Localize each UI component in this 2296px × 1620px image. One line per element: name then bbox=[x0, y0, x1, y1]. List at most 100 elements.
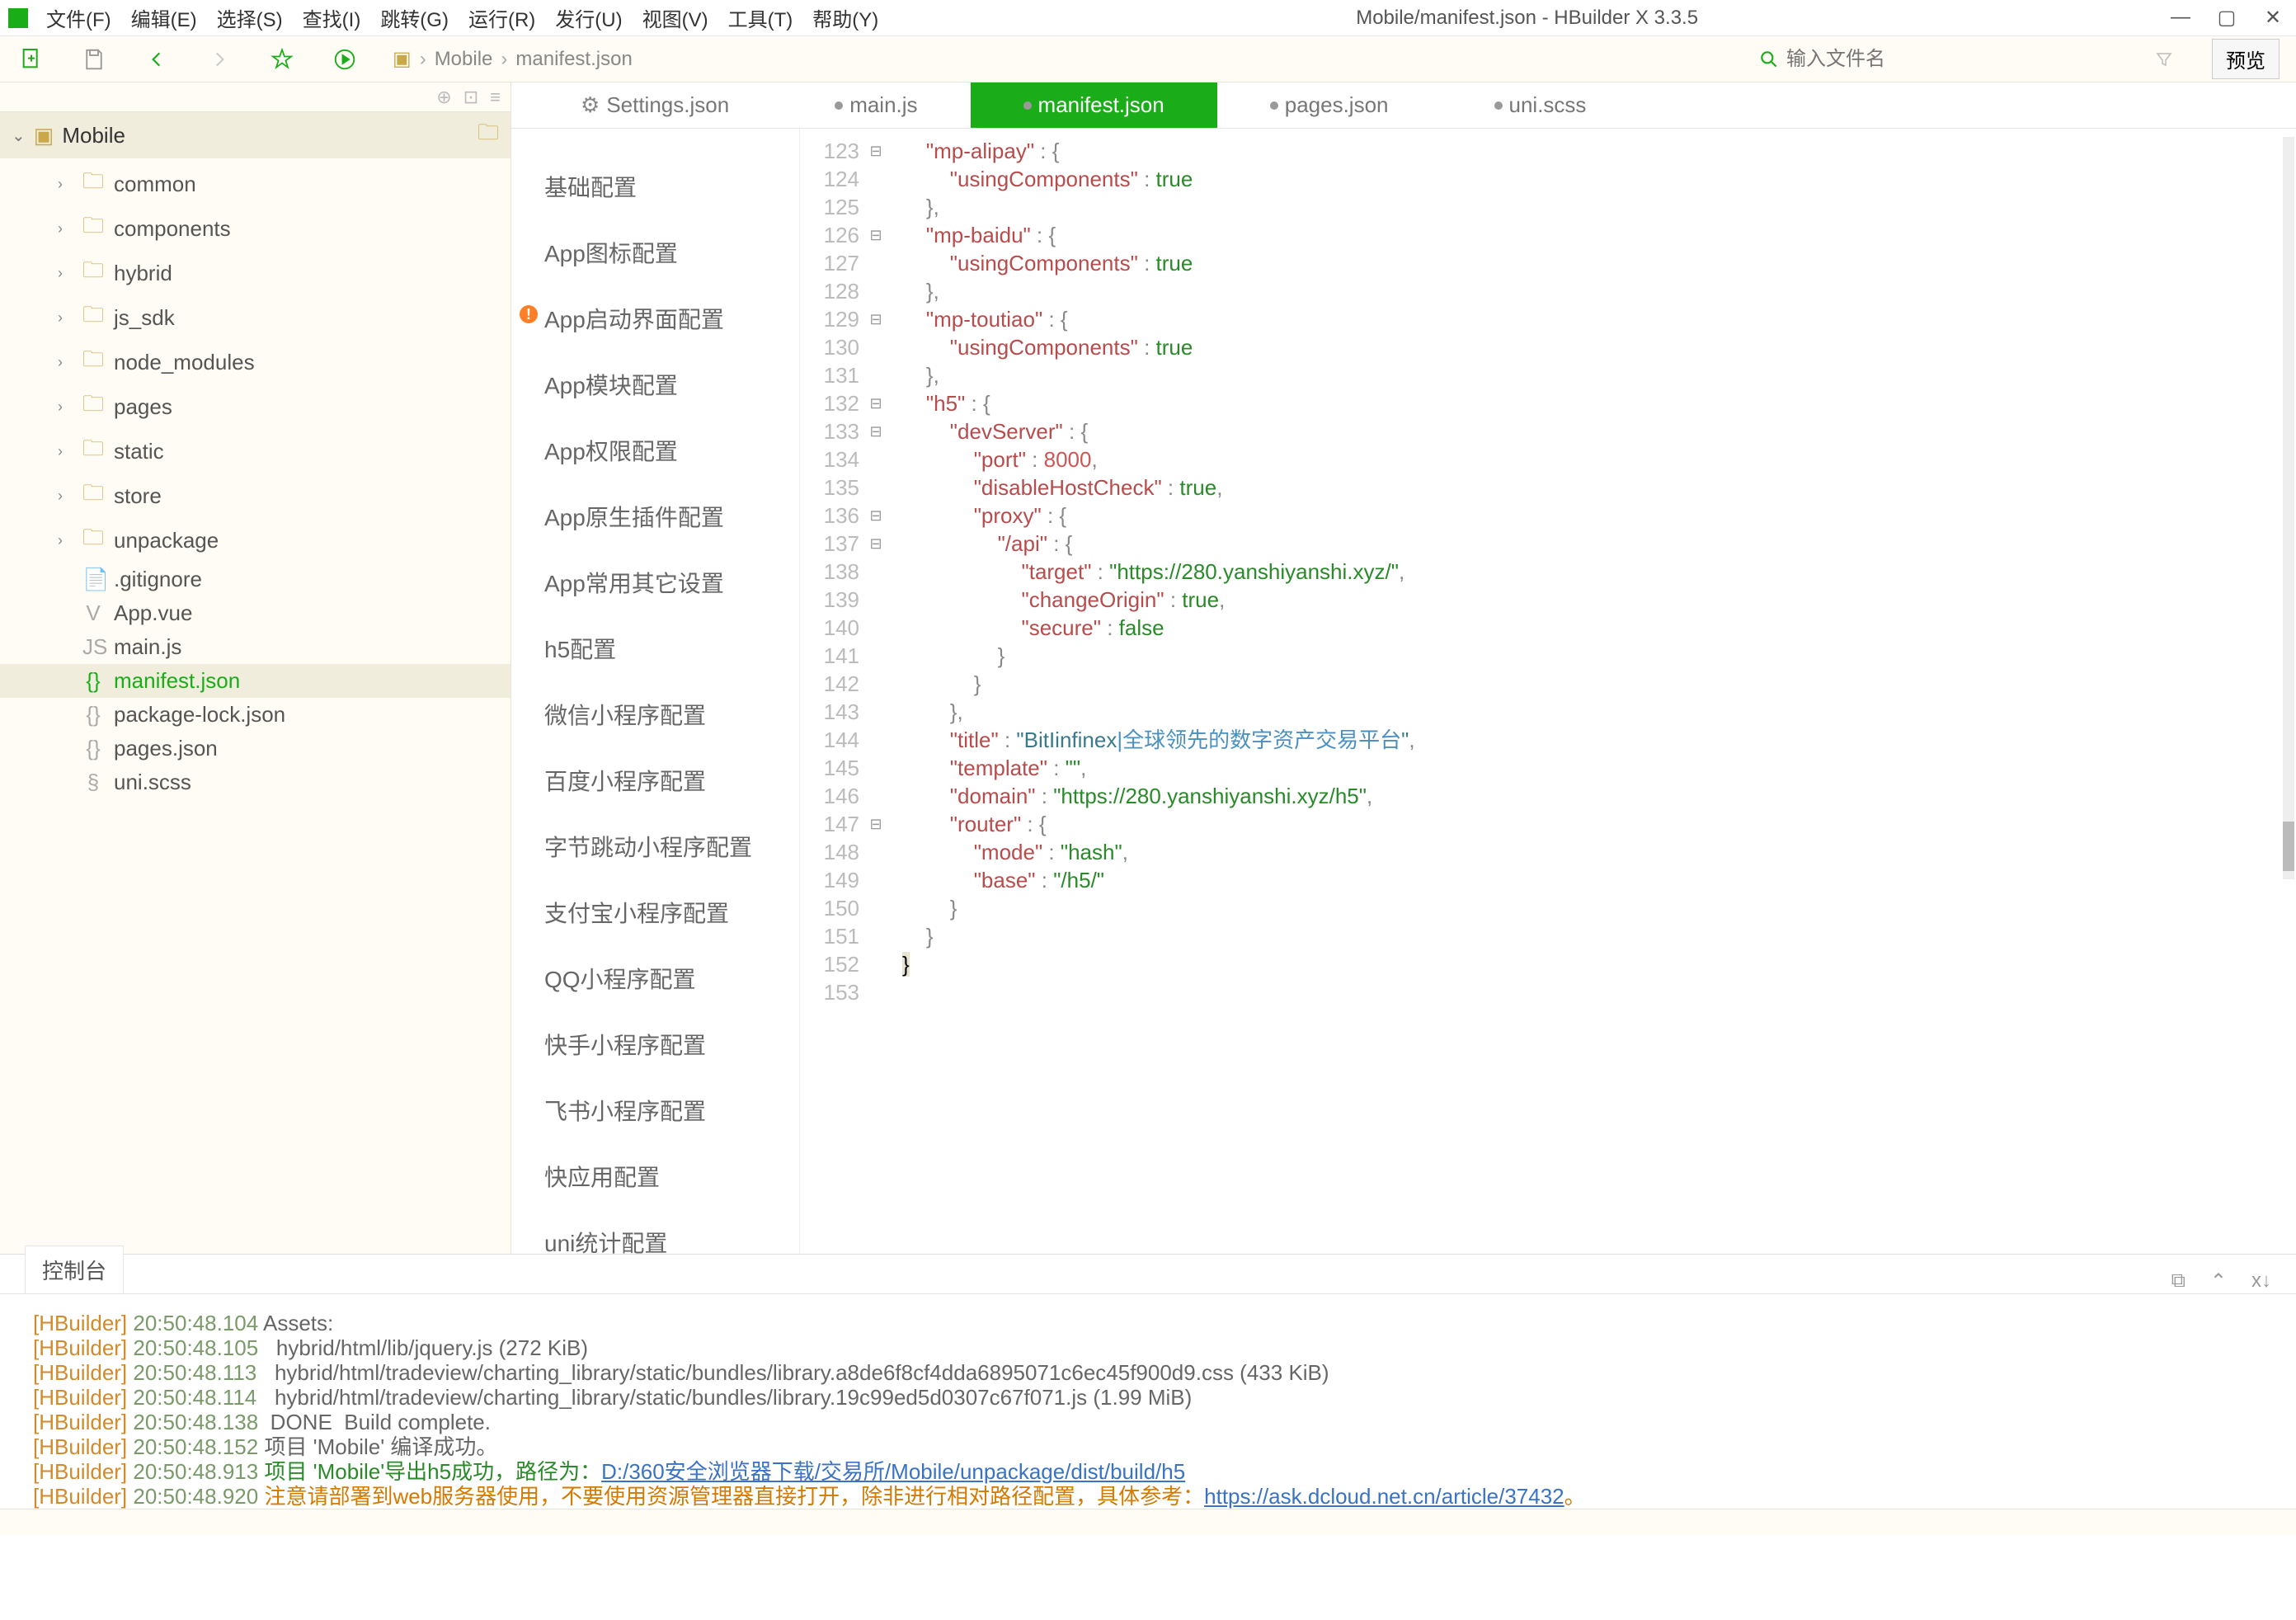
file-uni.scss[interactable]: §uni.scss bbox=[0, 765, 510, 799]
menu-run[interactable]: 运行(R) bbox=[459, 3, 545, 32]
locate-icon[interactable]: ⊡ bbox=[463, 87, 478, 108]
config-nav-item[interactable]: App图标配置 bbox=[511, 219, 799, 285]
config-nav-item[interactable]: 支付宝小程序配置 bbox=[511, 879, 799, 945]
file-icon: {} bbox=[82, 668, 104, 694]
file-label: manifest.json bbox=[114, 668, 240, 694]
file-App.vue[interactable]: VApp.vue bbox=[0, 596, 510, 630]
scrollbar[interactable] bbox=[2283, 137, 2294, 879]
folder-store[interactable]: ›🗀store bbox=[0, 473, 510, 518]
config-nav-item[interactable]: App权限配置 bbox=[511, 417, 799, 483]
back-icon[interactable] bbox=[142, 45, 172, 74]
config-nav-item[interactable]: 快手小程序配置 bbox=[511, 1011, 799, 1077]
folder-label: common bbox=[114, 172, 196, 197]
forward-icon[interactable] bbox=[205, 45, 234, 74]
folder-icon: 🗀 bbox=[82, 522, 104, 558]
save-icon[interactable] bbox=[79, 45, 109, 74]
scrollbar-thumb[interactable] bbox=[2283, 822, 2294, 871]
menu-help[interactable]: 帮助(Y) bbox=[802, 3, 888, 32]
folder-unpackage[interactable]: ›🗀unpackage bbox=[0, 518, 510, 563]
file-pages.json[interactable]: {}pages.json bbox=[0, 732, 510, 765]
folder-components[interactable]: ›🗀components bbox=[0, 206, 510, 251]
star-icon[interactable] bbox=[267, 45, 297, 74]
folder-label: node_modules bbox=[114, 350, 255, 375]
file-icon: § bbox=[82, 770, 104, 795]
chevron-down-icon: ⌄ bbox=[12, 125, 26, 146]
config-nav-item[interactable]: 字节跳动小程序配置 bbox=[511, 813, 799, 879]
menu-tool[interactable]: 工具(T) bbox=[718, 3, 803, 32]
file-package-lock.json[interactable]: {}package-lock.json bbox=[0, 698, 510, 732]
tab-pages.json[interactable]: pages.json bbox=[1217, 82, 1442, 128]
config-nav-item[interactable]: 微信小程序配置 bbox=[511, 681, 799, 747]
chevron-right-icon: › bbox=[58, 487, 73, 505]
search-input[interactable] bbox=[1786, 48, 2116, 71]
new-file-icon[interactable] bbox=[16, 45, 46, 74]
maximize-icon[interactable]: ▢ bbox=[2212, 6, 2242, 30]
code-editor[interactable]: 1231241251261271281291301311321331341351… bbox=[800, 129, 2296, 1254]
breadcrumb: ▣ › Mobile › manifest.json bbox=[393, 47, 633, 71]
menu-publish[interactable]: 发行(U) bbox=[545, 3, 632, 32]
folder-icon: 🗀 bbox=[82, 210, 104, 247]
menu-edit[interactable]: 编辑(E) bbox=[121, 3, 207, 32]
menu-icon[interactable]: ≡ bbox=[490, 87, 501, 108]
config-nav-item[interactable]: 快应用配置 bbox=[511, 1143, 799, 1209]
config-nav-item[interactable]: App常用其它设置 bbox=[511, 549, 799, 615]
folder-label: static bbox=[114, 439, 164, 464]
menu-find[interactable]: 查找(I) bbox=[293, 3, 371, 32]
tab-uni.scss[interactable]: uni.scss bbox=[1442, 82, 1640, 128]
menu-select[interactable]: 选择(S) bbox=[207, 3, 293, 32]
folder-hybrid[interactable]: ›🗀hybrid bbox=[0, 251, 510, 295]
console-line: [HBuilder] 20:50:48.913 项目 'Mobile'导出h5成… bbox=[33, 1459, 2263, 1484]
file-search[interactable] bbox=[1758, 48, 2116, 71]
filter-icon[interactable] bbox=[2149, 45, 2179, 74]
preview-button[interactable]: 预览 bbox=[2212, 39, 2280, 79]
folder-pages[interactable]: ›🗀pages bbox=[0, 384, 510, 429]
chevron-right-icon: › bbox=[58, 443, 73, 460]
file-main.js[interactable]: JSmain.js bbox=[0, 630, 510, 664]
run-icon[interactable] bbox=[330, 45, 360, 74]
console-line: [HBuilder] 20:50:48.152 项目 'Mobile' 编译成功… bbox=[33, 1434, 2263, 1459]
console-link[interactable]: https://ask.dcloud.net.cn/article/37432 bbox=[1204, 1484, 1564, 1509]
console-collapse-icon[interactable]: ⌃ bbox=[2210, 1269, 2227, 1293]
folder-static[interactable]: ›🗀static bbox=[0, 429, 510, 473]
chevron-right-icon: › bbox=[58, 309, 73, 327]
config-nav-item[interactable]: 飞书小程序配置 bbox=[511, 1077, 799, 1143]
project-root[interactable]: ⌄ ▣ Mobile 🗀 bbox=[0, 112, 510, 158]
file-manifest.json[interactable]: {} manifest.json bbox=[0, 664, 510, 698]
gear-icon: ⚙ bbox=[581, 92, 600, 118]
folder-node_modules[interactable]: ›🗀node_modules bbox=[0, 340, 510, 384]
menu-goto[interactable]: 跳转(G) bbox=[370, 3, 459, 32]
config-nav-item[interactable]: h5配置 bbox=[511, 615, 799, 681]
config-nav-item[interactable]: App模块配置 bbox=[511, 351, 799, 417]
console-close-icon[interactable]: x↓ bbox=[2251, 1269, 2271, 1293]
tab-main.js[interactable]: main.js bbox=[782, 82, 970, 128]
sidebar: ⊕ ⊡ ≡ ⌄ ▣ Mobile 🗀 ›🗀common›🗀components›… bbox=[0, 82, 511, 1254]
close-icon[interactable]: ✕ bbox=[2258, 6, 2288, 30]
folder-icon[interactable]: 🗀 bbox=[478, 117, 499, 153]
search-icon bbox=[1758, 49, 1780, 70]
tab-label: pages.json bbox=[1285, 92, 1389, 118]
config-nav-item[interactable]: uni统计配置 bbox=[511, 1209, 799, 1254]
console-tab[interactable]: 控制台 bbox=[25, 1246, 124, 1293]
breadcrumb-project[interactable]: Mobile bbox=[435, 48, 493, 71]
folder-label: components bbox=[114, 216, 231, 242]
file-label: main.js bbox=[114, 634, 181, 660]
config-nav-item[interactable]: 百度小程序配置 bbox=[511, 747, 799, 813]
menu-file[interactable]: 文件(F) bbox=[36, 3, 121, 32]
collapse-all-icon[interactable]: ⊕ bbox=[436, 87, 451, 108]
config-nav-item[interactable]: 基础配置 bbox=[511, 153, 799, 219]
folder-common[interactable]: ›🗀common bbox=[0, 162, 510, 206]
console-popout-icon[interactable]: ⧉ bbox=[2171, 1269, 2185, 1293]
folder-label: pages bbox=[114, 394, 172, 420]
file-.gitignore[interactable]: 📄.gitignore bbox=[0, 563, 510, 596]
minimize-icon[interactable]: ― bbox=[2166, 6, 2195, 30]
menu-view[interactable]: 视图(V) bbox=[633, 3, 718, 32]
tab-Settings.json[interactable]: ⚙Settings.json bbox=[528, 82, 782, 128]
config-nav-item[interactable]: QQ小程序配置 bbox=[511, 945, 799, 1011]
config-nav-item[interactable]: App原生插件配置 bbox=[511, 483, 799, 549]
console-link[interactable]: D:/360安全浏览器下载/交易所/Mobile/unpackage/dist/… bbox=[601, 1459, 1185, 1484]
config-nav-item[interactable]: App启动界面配置 bbox=[511, 285, 799, 351]
tab-manifest.json[interactable]: manifest.json bbox=[971, 82, 1217, 128]
folder-js_sdk[interactable]: ›🗀js_sdk bbox=[0, 295, 510, 340]
breadcrumb-file[interactable]: manifest.json bbox=[515, 48, 632, 71]
folder-label: unpackage bbox=[114, 528, 219, 553]
